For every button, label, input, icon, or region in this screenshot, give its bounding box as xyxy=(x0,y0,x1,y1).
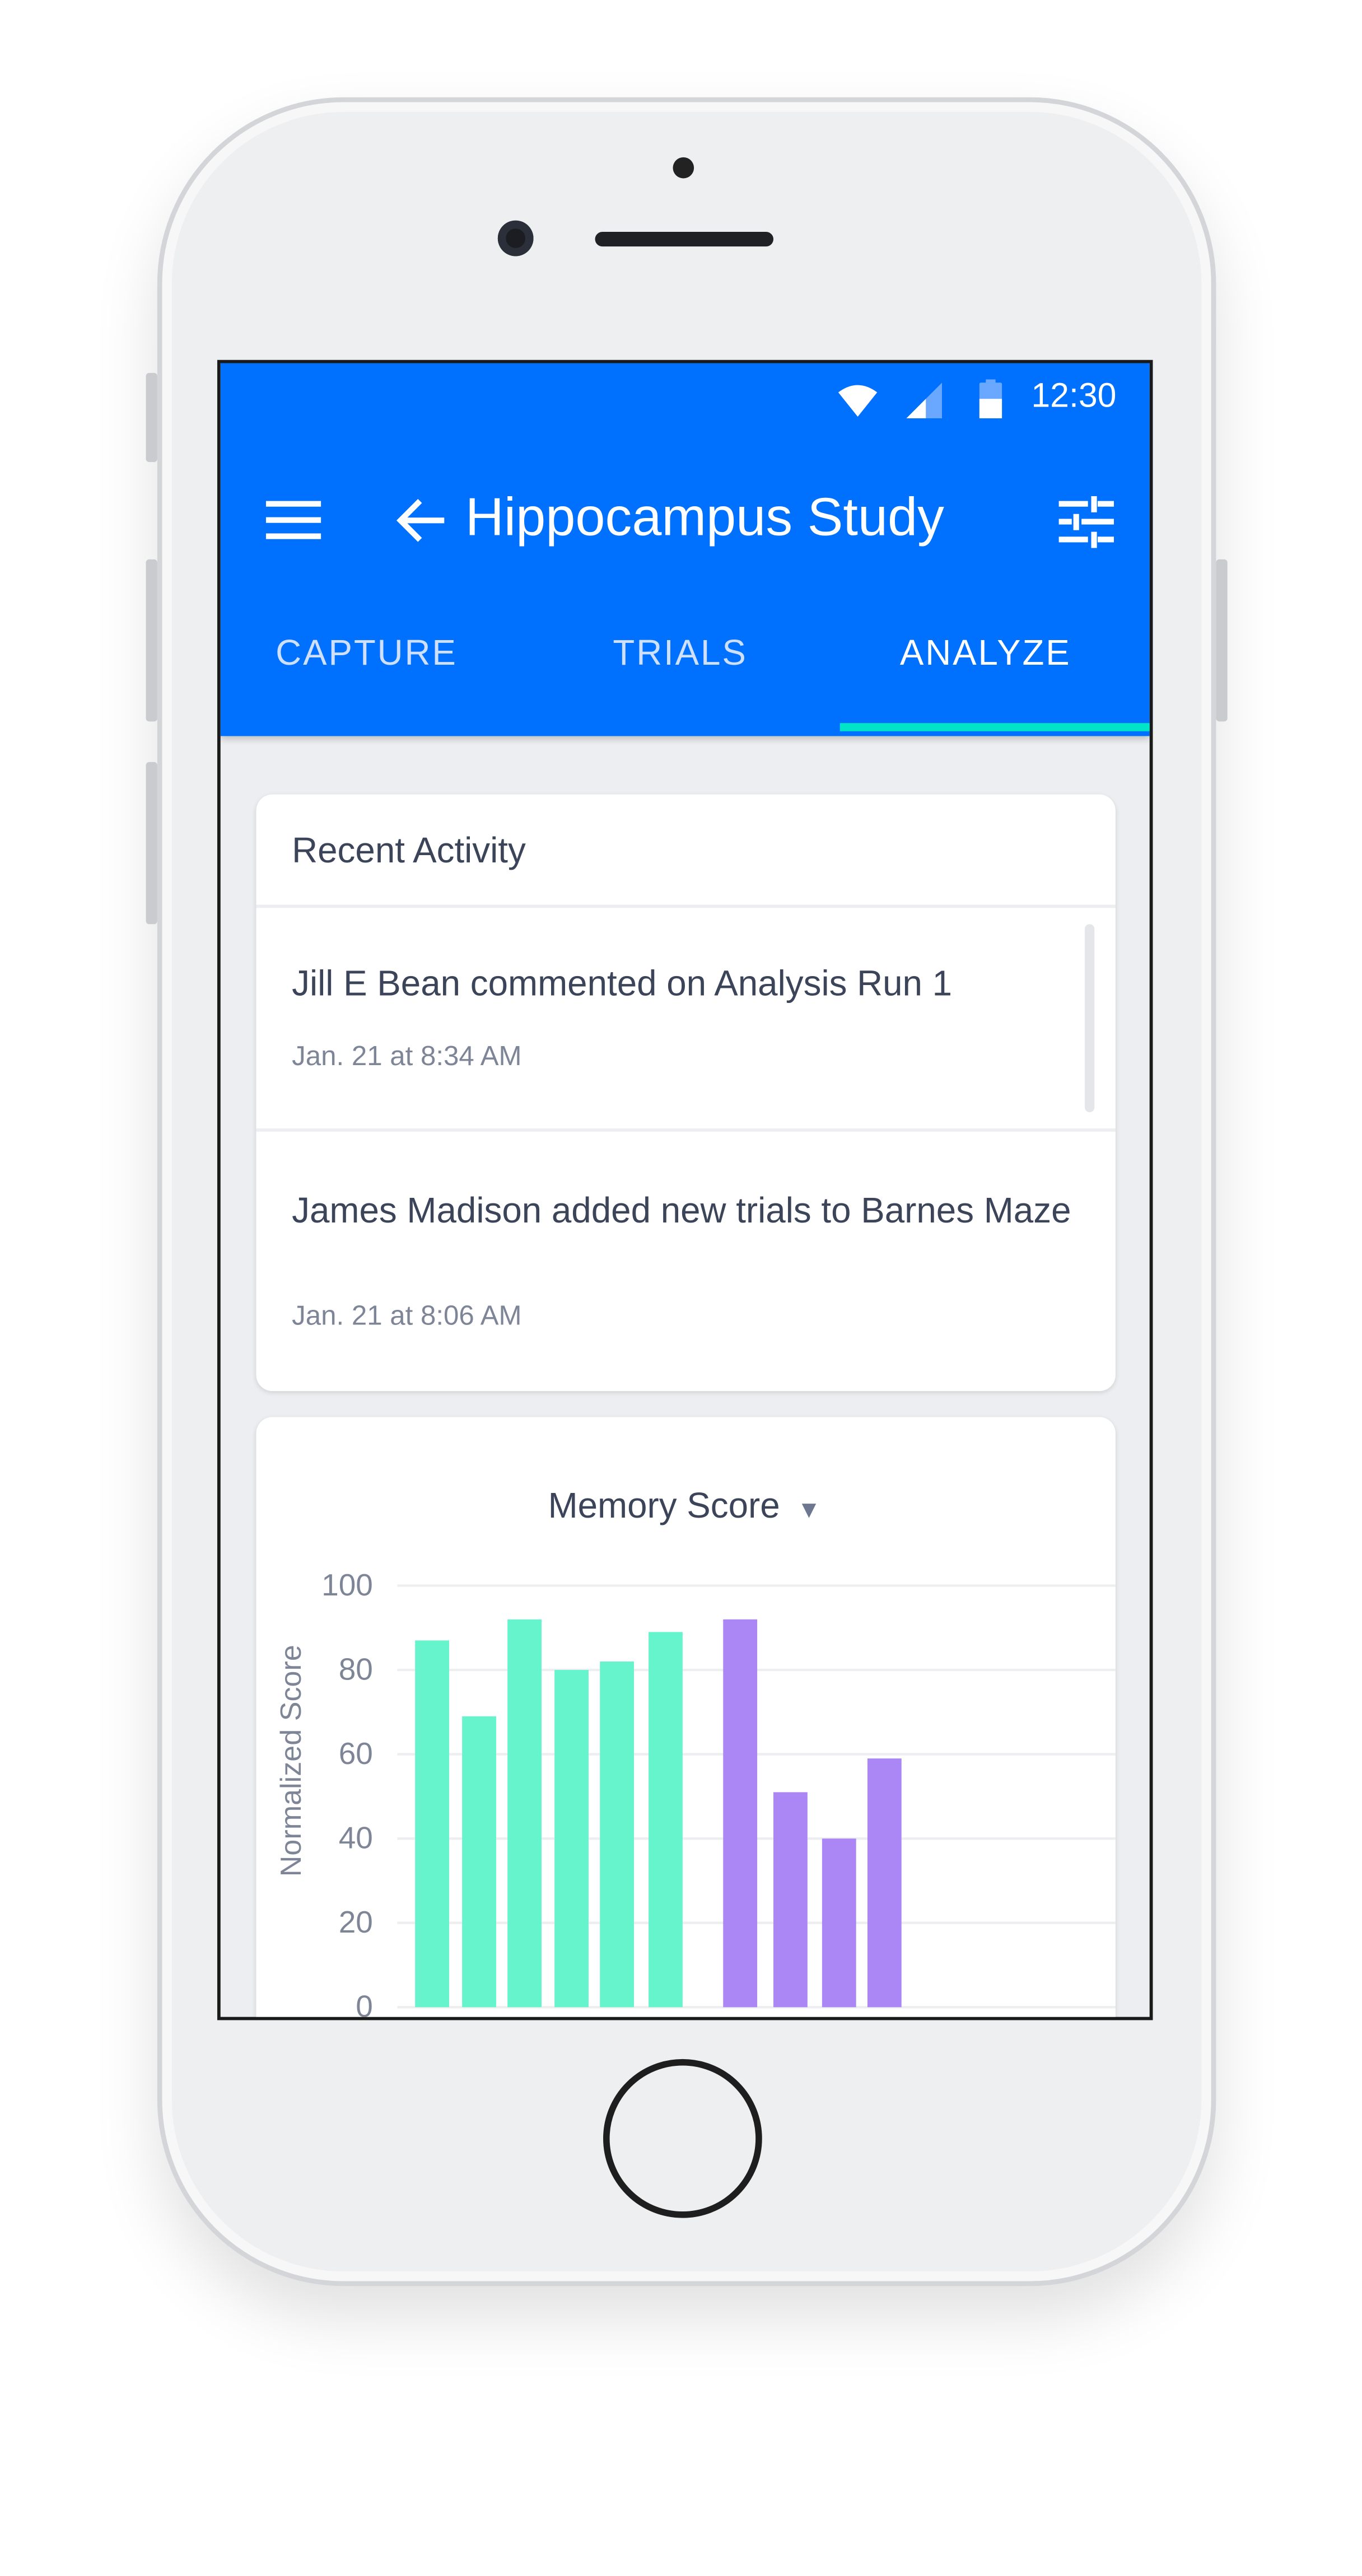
activity-item[interactable]: James Madison added new trials to Barnes… xyxy=(256,1132,1115,1391)
tab-analyze[interactable]: ANALYZE xyxy=(900,632,1071,674)
wifi-icon xyxy=(838,385,878,417)
bar-series-1-4[interactable] xyxy=(554,1670,589,2008)
recent-activity-card: Recent Activity Jill E Bean commented on… xyxy=(256,794,1116,1392)
speaker-grille xyxy=(595,232,774,247)
activity-time: Jan. 21 at 8:34 AM xyxy=(292,1040,522,1072)
front-camera xyxy=(497,220,534,256)
bar-series-2-4[interactable] xyxy=(867,1758,902,2008)
activity-text: Jill E Bean commented on Analysis Run 1 xyxy=(292,963,953,1004)
chart-card: Memory Score ▼ Normalized Score 100 80 60 4… xyxy=(256,1417,1116,2020)
signal-icon xyxy=(906,382,943,418)
filter-sliders-icon[interactable] xyxy=(1058,496,1114,548)
active-tab-indicator xyxy=(839,723,1150,731)
status-time: 12:30 xyxy=(1031,377,1117,416)
tab-capture[interactable]: CAPTURE xyxy=(276,632,458,674)
recent-activity-title: Recent Activity xyxy=(292,830,526,871)
power-button xyxy=(1216,559,1228,722)
bar-series-1-2[interactable] xyxy=(462,1716,496,2008)
bar-chart: 100 80 60 40 20 0 xyxy=(321,1567,1116,2020)
volume-up-button xyxy=(146,559,157,722)
screen: 12:30 Hippocampus Study CAPTURE TRIALS A… xyxy=(217,360,1153,2020)
activity-time: Jan. 21 at 8:06 AM xyxy=(292,1300,522,1331)
menu-icon[interactable] xyxy=(265,500,321,542)
bar-series-1-1[interactable] xyxy=(415,1640,449,2008)
home-button[interactable] xyxy=(603,2059,762,2218)
activity-text: James Madison added new trials to Barnes… xyxy=(292,1190,1071,1231)
bar-series-2-3[interactable] xyxy=(822,1838,856,2008)
y-tick-label: 20 xyxy=(339,1905,373,1939)
bar-series-1-3[interactable] xyxy=(507,1619,542,2008)
scrollbar[interactable] xyxy=(1084,924,1095,1113)
bar-series-1-5[interactable] xyxy=(600,1662,635,2008)
app-bar: 12:30 Hippocampus Study CAPTURE TRIALS A… xyxy=(220,363,1150,736)
bar-series-2-2[interactable] xyxy=(773,1792,808,2008)
mute-switch xyxy=(146,372,157,463)
y-tick-label: 0 xyxy=(356,1989,373,2020)
sensor-dot xyxy=(673,157,694,179)
y-tick-label: 60 xyxy=(339,1736,373,1771)
tab-trials[interactable]: TRIALS xyxy=(613,632,747,674)
battery-icon xyxy=(979,379,1002,418)
y-tick-label: 100 xyxy=(321,1567,373,1602)
back-arrow-icon[interactable] xyxy=(395,496,447,545)
bar-series-1-6[interactable] xyxy=(649,1632,683,2008)
page-title: Hippocampus Study xyxy=(465,486,944,547)
volume-down-button xyxy=(146,762,157,925)
y-tick-label: 40 xyxy=(339,1821,373,1855)
activity-item[interactable]: Jill E Bean commented on Analysis Run 1 … xyxy=(256,908,1115,1128)
bar-series-2-1[interactable] xyxy=(723,1619,758,2008)
y-tick-label: 80 xyxy=(339,1651,373,1686)
